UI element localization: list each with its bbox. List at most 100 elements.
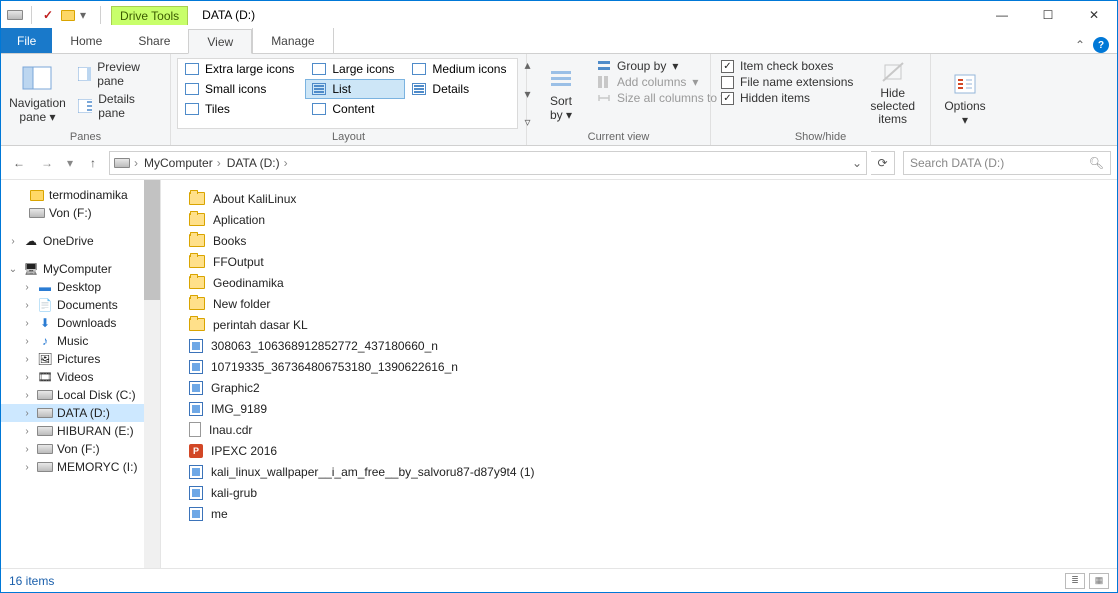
file-name: Inau.cdr: [209, 423, 252, 437]
tree-item-hiburan[interactable]: ›HIBURAN (E:): [1, 422, 160, 440]
hidden-items-toggle[interactable]: Hidden items: [717, 90, 857, 106]
details-pane-button[interactable]: Details pane: [72, 90, 164, 122]
list-item[interactable]: Books: [185, 230, 1117, 251]
help-icon[interactable]: ?: [1093, 37, 1109, 53]
list-item[interactable]: 308063_106368912852772_437180660_n: [185, 335, 1117, 356]
tree-scrollbar-thumb[interactable]: [144, 180, 160, 300]
layout-tiles[interactable]: Tiles: [178, 99, 305, 119]
tab-file[interactable]: File: [1, 28, 52, 53]
tree-item-von[interactable]: Von (F:): [1, 204, 160, 222]
image-icon: [189, 486, 203, 500]
content-area: termodinamika Von (F:) ›☁OneDrive ⌄🖥MyCo…: [1, 180, 1117, 568]
item-count: 16 items: [9, 574, 54, 588]
layout-content[interactable]: Content: [305, 99, 405, 119]
tab-share[interactable]: Share: [120, 28, 188, 53]
refresh-button[interactable]: ⟳: [871, 151, 895, 175]
list-item[interactable]: About KaliLinux: [185, 188, 1117, 209]
layout-medium[interactable]: Medium icons: [405, 59, 517, 79]
qat-menu[interactable]: ▾: [80, 8, 92, 22]
tree-item-videos[interactable]: ›🎞Videos: [1, 368, 160, 386]
list-item[interactable]: perintah dasar KL: [185, 314, 1117, 335]
tree-item-memoryc[interactable]: ›MEMORYC (I:): [1, 458, 160, 476]
close-button[interactable]: ✕: [1071, 1, 1117, 29]
minimize-button[interactable]: ―: [979, 1, 1025, 29]
search-input[interactable]: Search DATA (D:) 🔍︎: [903, 151, 1111, 175]
thumbnails-view-toggle[interactable]: ▦: [1089, 573, 1109, 589]
list-item[interactable]: FFOutput: [185, 251, 1117, 272]
list-item[interactable]: Graphic2: [185, 377, 1117, 398]
address-history-button[interactable]: ⌄: [852, 156, 862, 170]
forward-button[interactable]: →: [35, 151, 59, 175]
layout-extra-large[interactable]: Extra large icons: [178, 59, 305, 79]
group-label-layout: Layout: [177, 129, 520, 143]
file-name: IPEXC 2016: [211, 444, 277, 458]
tab-view[interactable]: View: [188, 29, 252, 54]
list-item[interactable]: kali_linux_wallpaper__i_am_free__by_salv…: [185, 461, 1117, 482]
list-item[interactable]: kali-grub: [185, 482, 1117, 503]
tree-item-data[interactable]: ›DATA (D:): [1, 404, 160, 422]
tree-item-music[interactable]: ›♪Music: [1, 332, 160, 350]
up-button[interactable]: ↑: [81, 151, 105, 175]
group-label-panes: Panes: [7, 129, 164, 143]
tree-item-onedrive[interactable]: ›☁OneDrive: [1, 232, 160, 250]
tab-manage[interactable]: Manage: [252, 28, 333, 53]
layout-large[interactable]: Large icons: [305, 59, 405, 79]
details-view-toggle[interactable]: ≣: [1065, 573, 1085, 589]
ribbon-collapse-button[interactable]: ⌃: [1075, 38, 1085, 52]
list-item[interactable]: IMG_9189: [185, 398, 1117, 419]
file-name: IMG_9189: [211, 402, 267, 416]
computer-icon: 🖥: [23, 262, 39, 276]
list-item[interactable]: 10719335_367364806753180_1390622616_n: [185, 356, 1117, 377]
back-button[interactable]: ←: [7, 151, 31, 175]
file-name: Aplication: [213, 213, 265, 227]
list-item[interactable]: New folder: [185, 293, 1117, 314]
tree-item-downloads[interactable]: ›⬇Downloads: [1, 314, 160, 332]
quick-access-toolbar: ✓ ▾: [1, 6, 111, 24]
ribbon: Navigation pane ▾ Preview pane Details p…: [1, 54, 1117, 146]
list-item[interactable]: Geodinamika: [185, 272, 1117, 293]
image-icon: [189, 507, 203, 521]
breadcrumb-data[interactable]: DATA (D:) ›: [225, 156, 290, 170]
tree-item-mycomputer[interactable]: ⌄🖥MyComputer: [1, 260, 160, 278]
item-checkboxes-toggle[interactable]: Item check boxes: [717, 58, 857, 74]
file-extensions-toggle[interactable]: File name extensions: [717, 74, 857, 90]
file-name: Books: [213, 234, 246, 248]
file-name: Geodinamika: [213, 276, 284, 290]
tree-item-pictures[interactable]: ›🖼Pictures: [1, 350, 160, 368]
layout-details[interactable]: Details: [405, 79, 517, 99]
navigation-pane-button[interactable]: Navigation pane ▾: [7, 58, 68, 129]
cloud-icon: ☁: [23, 234, 39, 248]
preview-pane-button[interactable]: Preview pane: [72, 58, 164, 90]
new-folder-icon[interactable]: [60, 8, 76, 22]
window-controls: ― ☐ ✕: [979, 1, 1117, 29]
options-button[interactable]: Options▾: [937, 58, 993, 141]
list-item[interactable]: PIPEXC 2016: [185, 440, 1117, 461]
folder-icon: [189, 234, 205, 247]
file-icon: [189, 422, 201, 437]
layout-list[interactable]: List: [305, 79, 405, 99]
tree-item-termodinamika[interactable]: termodinamika: [1, 186, 160, 204]
image-icon: [189, 381, 203, 395]
list-item[interactable]: Aplication: [185, 209, 1117, 230]
image-icon: [189, 402, 203, 416]
file-name: kali_linux_wallpaper__i_am_free__by_salv…: [211, 465, 535, 479]
layout-small[interactable]: Small icons: [178, 79, 305, 99]
properties-icon[interactable]: ✓: [40, 8, 56, 22]
list-item[interactable]: me: [185, 503, 1117, 524]
tree-item-desktop[interactable]: ›▬Desktop: [1, 278, 160, 296]
list-item[interactable]: Inau.cdr: [185, 419, 1117, 440]
tree-item-localdisk[interactable]: ›Local Disk (C:): [1, 386, 160, 404]
recent-locations-button[interactable]: ▾: [63, 151, 77, 175]
maximize-button[interactable]: ☐: [1025, 1, 1071, 29]
address-bar[interactable]: › MyComputer › DATA (D:) › ⌄: [109, 151, 867, 175]
tab-home[interactable]: Home: [52, 28, 120, 53]
tree-item-von2[interactable]: ›Von (F:): [1, 440, 160, 458]
tree-item-documents[interactable]: ›📄Documents: [1, 296, 160, 314]
file-name: About KaliLinux: [213, 192, 296, 206]
layout-gallery[interactable]: Extra large icons Large icons Medium ico…: [177, 58, 518, 129]
file-list[interactable]: About KaliLinux Aplication Books FFOutput Ge…: [161, 180, 1117, 568]
sort-by-button[interactable]: Sort by ▾: [533, 58, 589, 129]
hide-selected-button: Hide selected items: [861, 58, 924, 129]
navigation-tree[interactable]: termodinamika Von (F:) ›☁OneDrive ⌄🖥MyCo…: [1, 180, 161, 568]
breadcrumb-mycomputer[interactable]: MyComputer ›: [142, 156, 223, 170]
